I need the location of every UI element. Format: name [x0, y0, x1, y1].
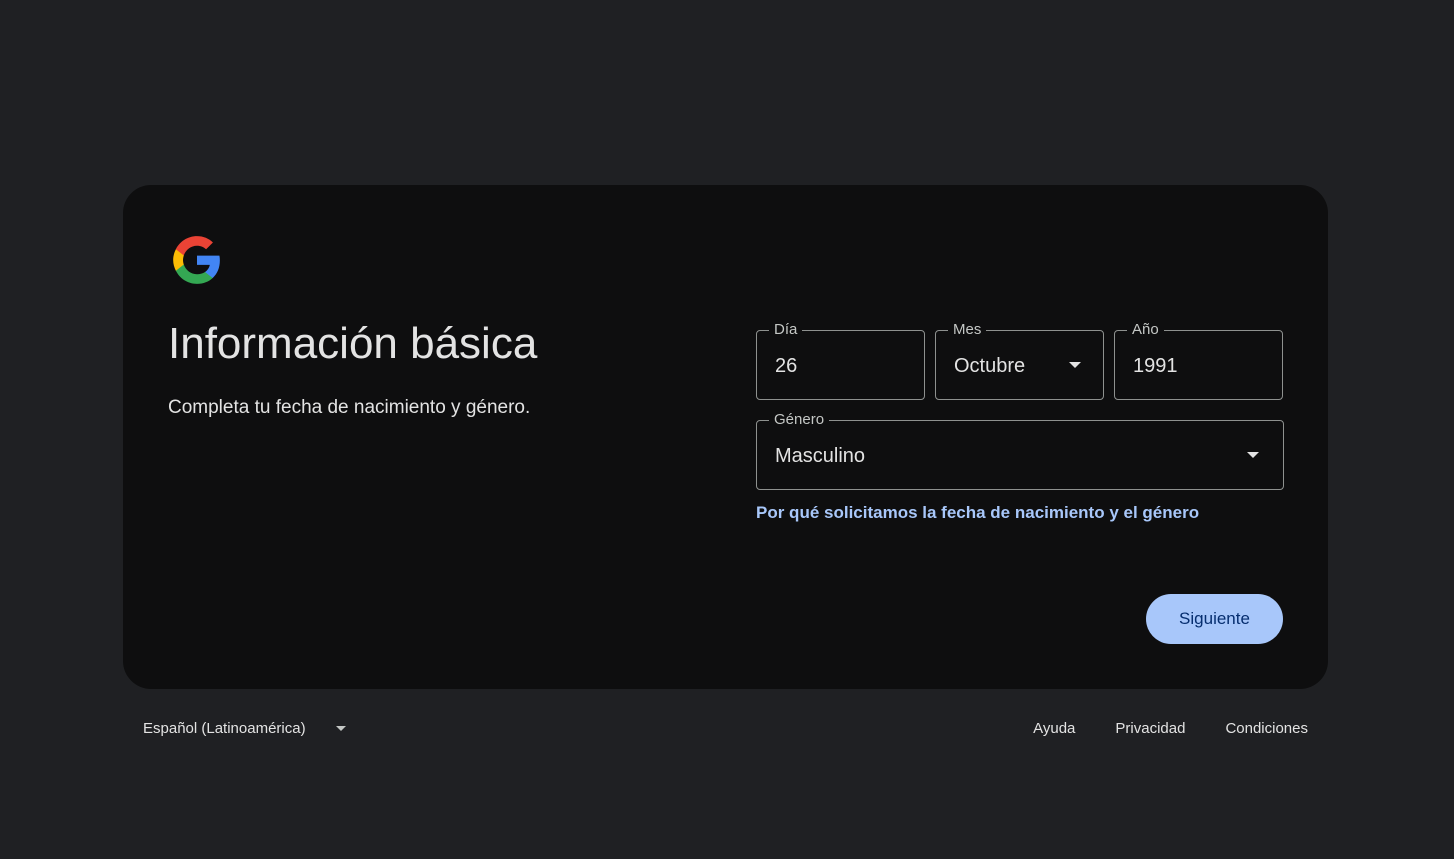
page: Información básica Completa tu fecha de …: [0, 0, 1454, 859]
language-selector[interactable]: Español (Latinoamérica): [123, 712, 366, 744]
day-label: Día: [769, 321, 803, 339]
google-logo-icon: [173, 236, 220, 284]
month-select[interactable]: Mes Octubre: [935, 321, 1104, 400]
caret-down-icon: [335, 725, 346, 731]
footer: Español (Latinoamérica) Ayuda Privacidad…: [123, 712, 1328, 744]
caret-down-icon: [1247, 452, 1259, 458]
privacy-link[interactable]: Privacidad: [1095, 720, 1205, 737]
gender-value: Masculino: [775, 445, 866, 467]
language-label: Español (Latinoamérica): [143, 719, 306, 737]
caret-down-icon: [1069, 362, 1081, 368]
page-subtitle: Completa tu fecha de nacimiento y género…: [168, 397, 531, 418]
gender-label: Género: [769, 411, 830, 429]
terms-link[interactable]: Condiciones: [1205, 720, 1328, 737]
signup-card: Información básica Completa tu fecha de …: [123, 185, 1328, 689]
year-label: Año: [1127, 321, 1164, 339]
footer-links: Ayuda Privacidad Condiciones: [1013, 712, 1328, 744]
next-button[interactable]: Siguiente: [1146, 594, 1283, 644]
year-field[interactable]: Año 1991: [1114, 321, 1283, 400]
day-field[interactable]: Día 26: [756, 321, 925, 400]
day-value: 26: [775, 355, 798, 377]
why-birthday-gender-link[interactable]: Por qué solicitamos la fecha de nacimien…: [756, 503, 1199, 523]
gender-select[interactable]: Género Masculino: [756, 411, 1284, 490]
month-value: Octubre: [954, 355, 1026, 377]
page-title: Información básica: [168, 319, 538, 368]
help-link[interactable]: Ayuda: [1013, 720, 1095, 737]
year-value: 1991: [1133, 355, 1178, 377]
month-label: Mes: [948, 321, 987, 339]
